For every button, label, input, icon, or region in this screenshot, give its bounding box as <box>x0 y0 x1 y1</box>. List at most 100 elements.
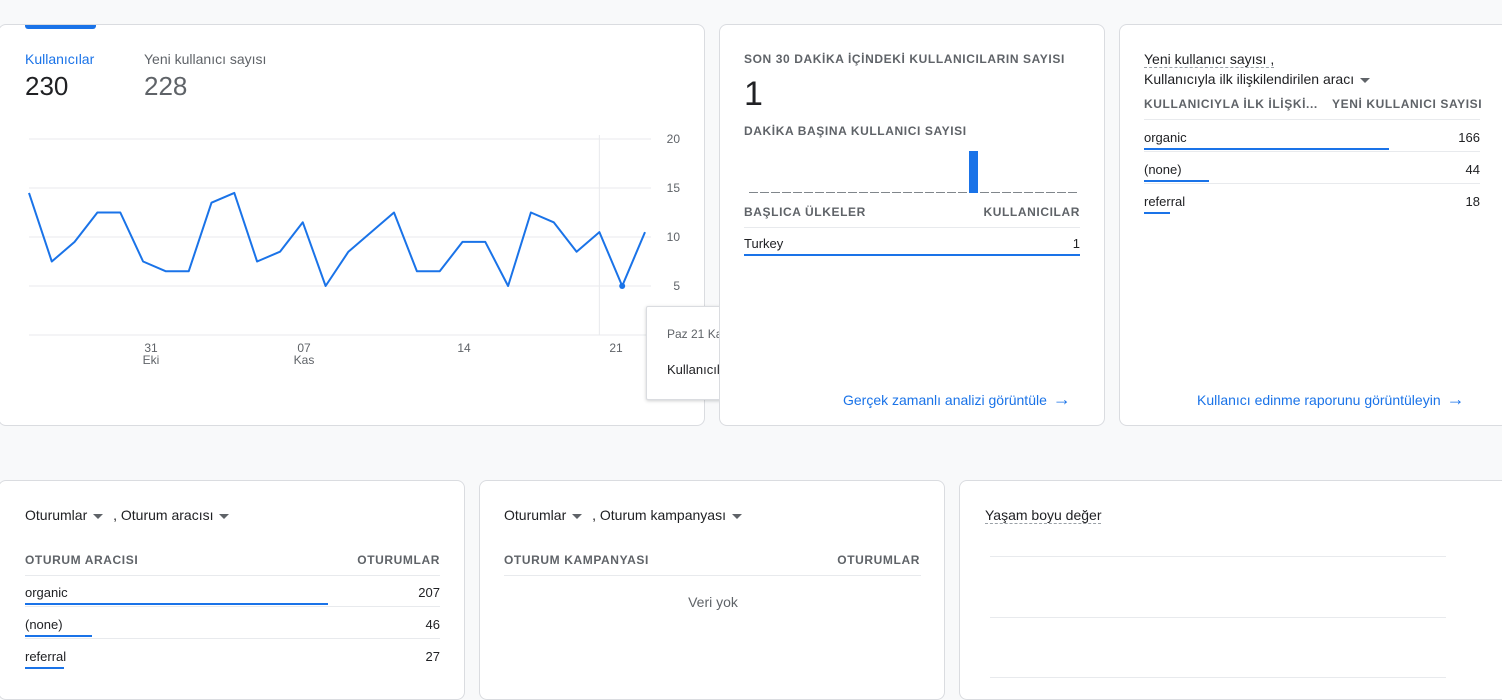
minute-bar <box>837 192 846 193</box>
minute-bar <box>914 192 923 193</box>
ltv-title-text: Yaşam boyu değer <box>985 507 1102 524</box>
country-row-label: Turkey <box>744 236 784 251</box>
sessions-medium-row-value: 207 <box>418 585 440 600</box>
minute-bar <box>1024 192 1033 193</box>
minute-bar <box>859 192 868 193</box>
acquisition-row-value: 166 <box>1458 130 1480 145</box>
acquisition-row-value: 18 <box>1465 194 1480 209</box>
y-tick-label: 20 <box>667 132 681 146</box>
country-row-bar <box>744 254 1080 256</box>
empty-state-text: Veri yok <box>688 594 738 610</box>
dimension-dropdown[interactable]: , Oturum aracısı <box>113 507 230 523</box>
realtime-value: 1 <box>744 75 763 113</box>
x-tick-label: 21 <box>609 341 623 355</box>
acquisition-row-divider <box>1144 183 1480 184</box>
acquisition-row-bar <box>1144 212 1171 214</box>
sessions-campaign-header-divider <box>504 575 921 576</box>
countries-header: BAŞLICA ÜLKELER <box>744 205 866 219</box>
minute-bar <box>826 192 835 193</box>
sessions-medium-row-divider <box>25 638 440 639</box>
minute-bar <box>815 192 824 193</box>
metric-dropdown[interactable]: Oturumlar <box>25 507 104 523</box>
minute-bar <box>793 192 802 193</box>
ltv-gridline <box>990 617 1446 618</box>
minute-bar <box>749 192 758 193</box>
dimension-dropdown-label: , Oturum aracısı <box>113 507 214 523</box>
acquisition-col1: KULLANICIYLA İLK İLİŞKİ... <box>1144 97 1318 111</box>
users-line-chart[interactable]: 201510531Eki07Kas14 21 <box>0 25 705 426</box>
minute-bar <box>980 192 989 193</box>
per-minute-bar-chart <box>748 147 1078 193</box>
acquisition-header-divider <box>1144 119 1480 120</box>
sessions-campaign-col1: OTURUM KAMPANYASI <box>504 553 649 567</box>
dimension-dropdown[interactable]: , Oturum kampanyası <box>592 507 742 523</box>
per-minute-title: DAKİKA BAŞINA KULLANICI SAYISI <box>744 124 967 138</box>
y-tick-label: 15 <box>667 181 681 195</box>
acquisition-row-value: 44 <box>1465 162 1480 177</box>
acquisition-card: Yeni kullanıcı sayısı , Kullanıcıyla ilk… <box>1119 24 1502 426</box>
sessions-medium-row-bar <box>25 603 328 605</box>
caret-down-icon <box>93 513 104 519</box>
minute-bar <box>903 192 912 193</box>
minute-bar <box>947 192 956 193</box>
dimension-dropdown-label: , Oturum kampanyası <box>592 507 726 523</box>
minute-bar <box>848 192 857 193</box>
y-tick-label: 5 <box>673 279 680 293</box>
sessions-medium-row-bar <box>25 667 65 669</box>
acquisition-title-line2: Kullanıcıyla ilk ilişkilendirilen aracı <box>1144 71 1355 87</box>
minute-bar <box>1035 192 1044 193</box>
acquisition-row-bar <box>1144 148 1390 150</box>
sessions-medium-col1: OTURUM ARACISI <box>25 553 139 567</box>
acquisition-link-text: Kullanıcı edinme raporunu görüntüleyin <box>1197 391 1441 408</box>
x-tick-label: 14 <box>457 341 471 355</box>
minute-bar <box>892 192 901 193</box>
sessions-medium-card: Oturumlar , Oturum aracısı OTURUM ARACIS… <box>0 480 465 700</box>
acquisition-report-link[interactable]: Kullanıcı edinme raporunu görüntüleyin → <box>1197 389 1465 410</box>
sessions-campaign-col2: OTURUMLAR <box>837 553 920 567</box>
arrow-right-icon: → <box>1052 389 1071 409</box>
arrow-right-icon: → <box>1446 389 1465 409</box>
header-divider <box>744 227 1080 228</box>
minute-bar <box>1013 192 1022 193</box>
minute-bar <box>771 192 780 193</box>
minute-bar <box>969 151 978 193</box>
ltv-card: Yaşam boyu değer <box>959 480 1502 700</box>
minute-bar <box>782 192 791 193</box>
x-tick-month-label: Eki <box>143 353 160 367</box>
sessions-campaign-card: Oturumlar , Oturum kampanyası OTURUM KAM… <box>479 480 945 700</box>
realtime-report-link[interactable]: Gerçek zamanlı analizi görüntüle → <box>843 389 1071 410</box>
realtime-link-text: Gerçek zamanlı analizi görüntüle <box>843 391 1047 408</box>
minute-bar <box>760 192 769 193</box>
sessions-medium-controls: Oturumlar , Oturum aracısı <box>25 507 230 523</box>
acquisition-title-metric[interactable]: Yeni kullanıcı sayısı , <box>1144 51 1275 68</box>
ltv-gridline <box>990 556 1446 557</box>
users-header: KULLANICILAR <box>983 205 1080 219</box>
metric-dropdown[interactable]: Oturumlar <box>504 507 583 523</box>
realtime-card: SON 30 DAKİKA İÇİNDEKİ KULLANICILARIN SA… <box>719 24 1105 426</box>
minute-bar <box>991 192 1000 193</box>
caret-down-icon <box>731 513 742 519</box>
country-row-value: 1 <box>1072 236 1080 251</box>
minute-bar <box>936 192 945 193</box>
overview-card: Kullanıcılar 230 Yeni kullanıcı sayısı 2… <box>0 24 705 426</box>
minute-bar <box>958 192 967 193</box>
acquisition-dimension-dropdown[interactable]: Kullanıcıyla ilk ilişkilendirilen aracı <box>1144 71 1371 87</box>
caret-down-icon <box>1360 77 1371 83</box>
acquisition-row-divider <box>1144 151 1480 152</box>
metric-dropdown-label: Oturumlar <box>504 507 567 523</box>
x-tick-month-label: Kas <box>294 353 315 367</box>
minute-bar <box>1046 192 1055 193</box>
sessions-medium-header-divider <box>25 575 440 576</box>
acquisition-row-bar <box>1144 180 1209 182</box>
caret-down-icon <box>572 513 583 519</box>
ltv-gridline <box>990 677 1446 678</box>
minute-bar <box>881 192 890 193</box>
y-tick-label: 10 <box>667 230 681 244</box>
sessions-medium-row-value: 27 <box>425 649 440 664</box>
sessions-medium-row-bar <box>25 635 93 637</box>
minute-bar <box>1002 192 1011 193</box>
sessions-medium-col2: OTURUMLAR <box>357 553 440 567</box>
sessions-medium-row-divider <box>25 606 440 607</box>
minute-bar <box>1068 192 1077 193</box>
ltv-title[interactable]: Yaşam boyu değer <box>985 507 1102 524</box>
